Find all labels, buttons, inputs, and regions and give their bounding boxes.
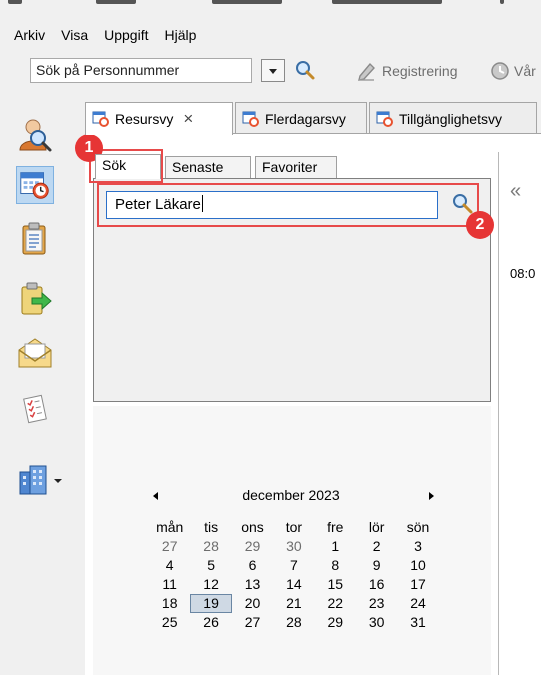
weekday-header: ons <box>241 519 264 535</box>
calendar-day[interactable]: 7 <box>273 556 314 575</box>
calendar-day[interactable]: 17 <box>397 575 438 594</box>
calendar-day[interactable]: 22 <box>315 594 356 613</box>
subtab-senaste[interactable]: Senaste <box>165 156 251 178</box>
availability-calendar-tab-icon <box>376 111 393 127</box>
calendar-day[interactable]: 10 <box>397 556 438 575</box>
calendar-pane: december 2023 mån tis ons tor fre lör sön 27 28 2… <box>93 406 491 675</box>
calendar-day[interactable]: 3 <box>397 537 438 556</box>
calendar-day[interactable]: 8 <box>315 556 356 575</box>
history-clock-icon <box>491 62 509 80</box>
person-search-icon[interactable] <box>16 116 54 154</box>
calendar-day[interactable]: 15 <box>315 575 356 594</box>
weekday-header: fre <box>327 519 344 535</box>
toolbar: Sök på Personnummer Registrering Vår <box>0 54 541 88</box>
calendar-day[interactable]: 5 <box>190 556 231 575</box>
time-row-label: 08:0 <box>510 266 536 281</box>
calendar-day-today[interactable]: 19 <box>190 594 232 613</box>
building-menu-icon[interactable] <box>16 462 64 500</box>
calendar-day[interactable]: 29 <box>232 537 273 556</box>
calendar-day[interactable]: 9 <box>356 556 397 575</box>
calendar-day[interactable]: 25 <box>149 613 190 632</box>
subtab-sok[interactable]: Sök <box>95 154 161 179</box>
calendar-day[interactable]: 6 <box>232 556 273 575</box>
calendar-day-grid: mån tis ons tor fre lör sön 27 28 29 30 1 2 3 4 5 6 7 8 9 10… <box>149 518 439 632</box>
calendar-month-label: december 2023 <box>242 487 340 503</box>
resource-search-panel: Sök Senaste Favoriter Peter Läkare decem… <box>93 152 491 675</box>
tab-tillganglighetsvy[interactable]: Tillgänglighetsvy <box>369 102 537 134</box>
calendar-day[interactable]: 11 <box>149 575 190 594</box>
resource-calendar-clock-icon[interactable] <box>16 166 54 204</box>
month-calendar: december 2023 mån tis ons tor fre lör sön 27 28 2… <box>141 476 441 670</box>
step-badge-2: 2 <box>466 211 494 239</box>
panel-splitter[interactable] <box>498 152 499 675</box>
calendar-day[interactable]: 16 <box>356 575 397 594</box>
search-type-dropdown-button[interactable] <box>261 59 285 82</box>
menu-bar: Arkiv Visa Uppgift Hjälp <box>0 24 204 46</box>
calendar-day[interactable]: 31 <box>397 613 438 632</box>
left-vertical-toolbar <box>0 98 85 675</box>
menu-arkiv[interactable]: Arkiv <box>0 24 53 46</box>
tab-tillganglighetsvy-label: Tillgänglighetsvy <box>399 110 502 127</box>
mail-envelope-icon[interactable] <box>16 334 54 372</box>
resource-calendar-tab-icon <box>92 111 109 127</box>
calendar-day[interactable]: 14 <box>273 575 314 594</box>
main-tab-bar: Resursvy × Flerdagarsvy Tillgänglighetsv… <box>85 102 541 135</box>
tab-flerdagarsvy[interactable]: Flerdagarsvy <box>235 102 367 134</box>
calendar-day[interactable]: 26 <box>190 613 231 632</box>
calendar-day[interactable]: 30 <box>273 537 314 556</box>
weekday-header: tis <box>204 519 219 535</box>
calendar-day[interactable]: 4 <box>149 556 190 575</box>
calendar-day[interactable]: 20 <box>232 594 273 613</box>
calendar-day[interactable]: 24 <box>397 594 438 613</box>
var-button-clipped[interactable]: Vår <box>514 61 536 81</box>
personnummer-search-combo[interactable]: Sök på Personnummer <box>30 58 252 83</box>
clipboard-arrow-icon[interactable] <box>16 280 54 318</box>
calendar-day[interactable]: 18 <box>149 594 190 613</box>
calendar-day[interactable]: 23 <box>356 594 397 613</box>
calendar-day[interactable]: 1 <box>315 537 356 556</box>
weekday-header: tor <box>285 519 303 535</box>
subtab-favoriter[interactable]: Favoriter <box>255 156 337 178</box>
calendar-day[interactable]: 2 <box>356 537 397 556</box>
calendar-day[interactable]: 28 <box>273 613 314 632</box>
tab-flerdagarsvy-label: Flerdagarsvy <box>265 110 346 127</box>
magnifier-search-icon[interactable] <box>294 60 316 82</box>
calendar-day[interactable]: 21 <box>273 594 314 613</box>
calendar-day[interactable]: 29 <box>315 613 356 632</box>
calendar-day[interactable]: 30 <box>356 613 397 632</box>
app-window: Arkiv Visa Uppgift Hjälp Sök på Personnu… <box>0 0 541 675</box>
registration-pen-icon <box>358 62 375 81</box>
calendar-day[interactable]: 13 <box>232 575 273 594</box>
clipped-top-strip <box>0 0 541 6</box>
next-month-icon[interactable] <box>429 492 434 500</box>
highlight-box-search-field <box>97 183 479 227</box>
weekday-header: mån <box>156 519 184 535</box>
weekday-header: sön <box>406 519 430 535</box>
search-subtabs: Sök Senaste Favoriter <box>93 152 491 179</box>
calendar-day[interactable]: 12 <box>190 575 231 594</box>
tab-resursvy-label: Resursvy <box>115 111 174 127</box>
registration-button[interactable]: Registrering <box>382 61 457 81</box>
collapse-left-icon[interactable]: « <box>510 180 521 203</box>
calendar-day[interactable]: 28 <box>190 537 231 556</box>
menu-uppgift[interactable]: Uppgift <box>96 24 156 46</box>
tab-resursvy[interactable]: Resursvy × <box>85 102 233 135</box>
menu-hjalp[interactable]: Hjälp <box>156 24 204 46</box>
chevron-down-icon <box>269 69 277 74</box>
multiday-calendar-tab-icon <box>242 111 259 127</box>
clipboard-icon[interactable] <box>16 220 54 258</box>
menu-visa[interactable]: Visa <box>53 24 96 46</box>
checklist-document-icon[interactable] <box>16 390 54 428</box>
calendar-day[interactable]: 27 <box>149 537 190 556</box>
calendar-day[interactable]: 27 <box>232 613 273 632</box>
weekday-header: lör <box>368 519 385 535</box>
close-icon[interactable]: × <box>183 109 193 129</box>
